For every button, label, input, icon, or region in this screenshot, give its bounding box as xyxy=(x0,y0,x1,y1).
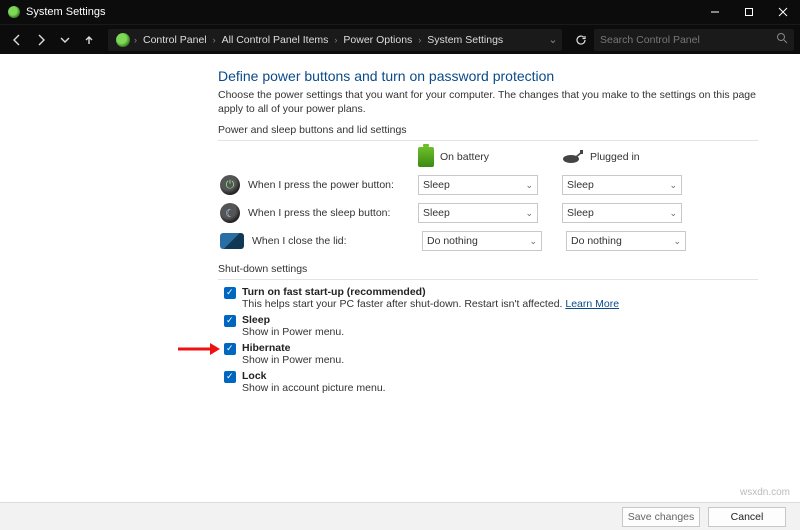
select-sleep-plugged[interactable]: Sleep ⌄ xyxy=(562,203,682,223)
col-on-battery: On battery xyxy=(418,147,538,167)
battery-icon xyxy=(418,147,434,167)
divider xyxy=(218,279,758,280)
select-lid-battery[interactable]: Do nothing ⌄ xyxy=(422,231,542,251)
sleep-button-icon xyxy=(220,203,240,223)
shutdown-item-title: Lock xyxy=(242,370,267,382)
lid-icon xyxy=(220,233,244,249)
page-title: Define power buttons and turn on passwor… xyxy=(218,68,776,84)
annotation-arrow-icon xyxy=(178,342,220,356)
shutdown-item-desc: Show in Power menu. xyxy=(242,354,344,366)
power-button-icon xyxy=(220,175,240,195)
checkbox-lock[interactable] xyxy=(224,371,236,383)
page-subtitle: Choose the power settings that you want … xyxy=(218,88,758,116)
breadcrumb-item[interactable]: Control Panel xyxy=(139,34,211,46)
shutdown-item-lock: Lock Show in account picture menu. xyxy=(224,370,776,394)
search-input[interactable]: Search Control Panel xyxy=(594,29,794,51)
breadcrumb-dropdown[interactable]: ⌄ xyxy=(544,33,562,46)
chevron-right-icon: › xyxy=(134,35,137,45)
shutdown-item-desc: Show in Power menu. xyxy=(242,326,344,338)
select-lid-plugged[interactable]: Do nothing ⌄ xyxy=(566,231,686,251)
maximize-button[interactable] xyxy=(732,0,766,24)
checkbox-sleep[interactable] xyxy=(224,315,236,327)
shutdown-item-fast-startup: Turn on fast start-up (recommended) This… xyxy=(224,286,776,310)
refresh-button[interactable] xyxy=(570,29,592,51)
shutdown-item-title: Sleep xyxy=(242,314,270,326)
nav-bar: › Control Panel › All Control Panel Item… xyxy=(0,24,800,54)
row-label: When I press the power button: xyxy=(248,179,418,191)
title-bar: System Settings xyxy=(0,0,800,24)
select-value: Sleep xyxy=(567,179,594,191)
shutdown-item-desc: Show in account picture menu. xyxy=(242,382,386,394)
minimize-button[interactable] xyxy=(698,0,732,24)
back-button[interactable] xyxy=(6,29,28,51)
chevron-down-icon: ⌄ xyxy=(669,180,677,191)
learn-more-link[interactable]: Learn More xyxy=(565,298,619,310)
chevron-down-icon: ⌄ xyxy=(669,208,677,219)
row-label: When I press the sleep button: xyxy=(248,207,418,219)
chevron-down-icon: ⌄ xyxy=(525,180,533,191)
select-value: Sleep xyxy=(567,207,594,219)
breadcrumb-item[interactable]: All Control Panel Items xyxy=(218,34,333,46)
shutdown-item-hibernate: Hibernate Show in Power menu. xyxy=(224,342,776,366)
breadcrumb[interactable]: › Control Panel › All Control Panel Item… xyxy=(108,29,562,51)
save-button[interactable]: Save changes xyxy=(622,507,700,527)
shutdown-settings-list: Turn on fast start-up (recommended) This… xyxy=(218,286,776,394)
close-button[interactable] xyxy=(766,0,800,24)
select-value: Sleep xyxy=(423,179,450,191)
section-shutdown-label: Shut-down settings xyxy=(218,263,776,275)
checkbox-fast-startup[interactable] xyxy=(224,287,236,299)
select-value: Do nothing xyxy=(427,235,478,247)
chevron-down-icon: ⌄ xyxy=(673,236,681,247)
chevron-down-icon: ⌄ xyxy=(525,208,533,219)
divider xyxy=(218,140,758,141)
forward-button[interactable] xyxy=(30,29,52,51)
content-area: Define power buttons and turn on passwor… xyxy=(0,54,800,502)
chevron-down-icon: ⌄ xyxy=(529,236,537,247)
row-sleep-button: When I press the sleep button: Sleep ⌄ S… xyxy=(218,199,758,227)
checkbox-hibernate[interactable] xyxy=(224,343,236,355)
shutdown-item-desc: This helps start your PC faster after sh… xyxy=(242,298,565,310)
section-power-sleep-label: Power and sleep buttons and lid settings xyxy=(218,124,776,136)
plug-icon xyxy=(562,150,584,164)
watermark: wsxdn.com xyxy=(740,487,790,498)
row-close-lid: When I close the lid: Do nothing ⌄ Do no… xyxy=(218,227,758,255)
select-power-battery[interactable]: Sleep ⌄ xyxy=(418,175,538,195)
select-power-plugged[interactable]: Sleep ⌄ xyxy=(562,175,682,195)
chevron-right-icon: › xyxy=(418,35,421,45)
app-icon xyxy=(8,6,20,18)
column-headers: On battery Plugged in xyxy=(418,147,776,167)
col-battery-label: On battery xyxy=(440,151,489,163)
select-value: Do nothing xyxy=(571,235,622,247)
cancel-button[interactable]: Cancel xyxy=(708,507,786,527)
location-icon xyxy=(116,33,130,47)
row-label: When I close the lid: xyxy=(252,235,422,247)
shutdown-item-sleep: Sleep Show in Power menu. xyxy=(224,314,776,338)
footer: Save changes Cancel xyxy=(0,502,800,530)
search-icon xyxy=(776,32,788,47)
select-value: Sleep xyxy=(423,207,450,219)
chevron-right-icon: › xyxy=(334,35,337,45)
up-button[interactable] xyxy=(78,29,100,51)
col-plugged-label: Plugged in xyxy=(590,151,640,163)
breadcrumb-item[interactable]: System Settings xyxy=(423,34,507,46)
col-plugged-in: Plugged in xyxy=(562,150,682,164)
recent-dropdown[interactable] xyxy=(54,29,76,51)
row-power-button: When I press the power button: Sleep ⌄ S… xyxy=(218,171,758,199)
breadcrumb-item[interactable]: Power Options xyxy=(339,34,416,46)
select-sleep-battery[interactable]: Sleep ⌄ xyxy=(418,203,538,223)
shutdown-item-title: Turn on fast start-up (recommended) xyxy=(242,286,426,298)
window-title: System Settings xyxy=(26,6,105,18)
search-placeholder: Search Control Panel xyxy=(600,34,776,46)
shutdown-item-title: Hibernate xyxy=(242,342,290,354)
chevron-right-icon: › xyxy=(213,35,216,45)
